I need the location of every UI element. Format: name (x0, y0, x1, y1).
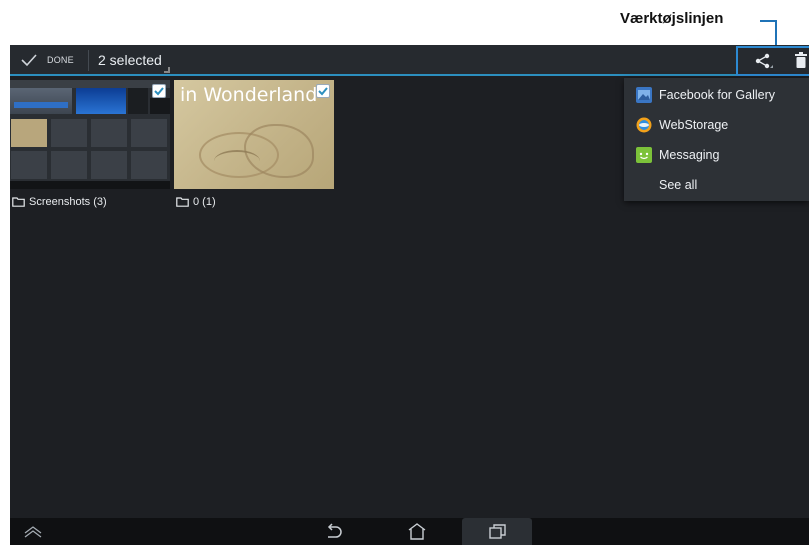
toolbar-callout-label: Værktøjslinjen (620, 10, 724, 27)
messaging-icon (636, 147, 652, 163)
menu-item-facebook-for-gallery[interactable]: Facebook for Gallery (624, 80, 809, 110)
thumbnail-caption: in Wonderland (180, 84, 318, 106)
tablet-screen: DONE 2 selected in Wonderland Screenshot… (10, 45, 809, 545)
menu-item-webstorage[interactable]: WebStorage (624, 110, 809, 140)
folder-icon (176, 197, 189, 207)
recent-apps-button[interactable] (462, 518, 532, 545)
home-icon[interactable] (407, 522, 427, 540)
recent-apps-icon (489, 524, 506, 539)
webstorage-icon (636, 117, 652, 133)
action-bar: DONE 2 selected (10, 45, 809, 76)
album-thumbnail-screenshots[interactable] (10, 80, 170, 189)
facebook-gallery-icon (636, 87, 652, 103)
share-icon[interactable] (753, 51, 773, 71)
action-bar-divider (88, 50, 89, 71)
done-button[interactable]: DONE (10, 45, 88, 76)
album-name: Screenshots (3) (29, 196, 107, 208)
trash-icon[interactable] (795, 52, 807, 68)
callout-line-vertical (775, 20, 777, 48)
checkmark-icon (21, 54, 37, 67)
done-label: DONE (47, 55, 74, 65)
selection-count-dropdown[interactable]: 2 selected (98, 52, 162, 68)
album-label-screenshots[interactable]: Screenshots (3) (12, 195, 107, 209)
album-thumbnail-0[interactable]: in Wonderland (174, 80, 334, 189)
album-name: 0 (1) (193, 196, 216, 208)
chevron-up-icon[interactable] (23, 525, 43, 539)
back-icon[interactable] (324, 523, 344, 541)
album-label-0[interactable]: 0 (1) (176, 195, 216, 209)
system-nav-bar (10, 518, 809, 545)
selected-checkmark-icon (152, 84, 166, 98)
menu-item-messaging[interactable]: Messaging (624, 140, 809, 170)
folder-icon (12, 197, 25, 207)
selected-checkmark-icon (316, 84, 330, 98)
share-menu: Facebook for Gallery WebStorage Messagin… (624, 78, 809, 201)
menu-item-see-all[interactable]: See all (624, 170, 809, 200)
dropdown-indicator-icon (164, 67, 170, 73)
